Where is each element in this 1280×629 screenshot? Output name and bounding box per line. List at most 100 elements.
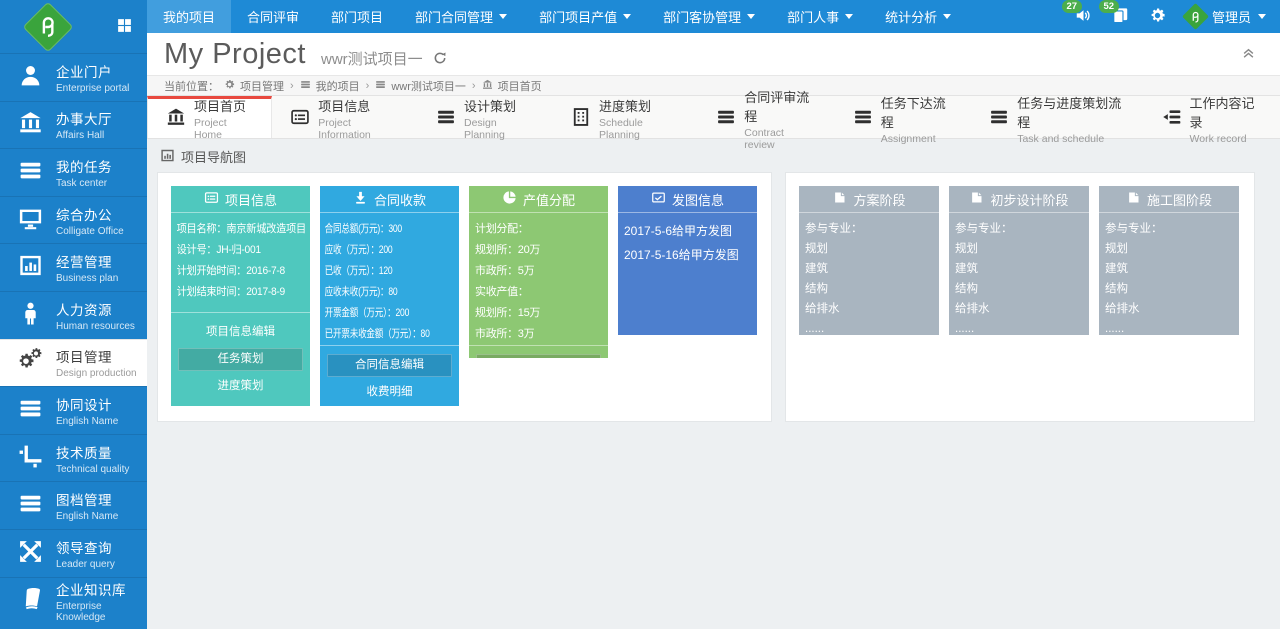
sidebar-item-label: 经营管理 [56,251,118,271]
app-logo-icon[interactable] [23,1,74,52]
box-icon [1126,190,1141,207]
sidebar-item-enterprise-knowledge[interactable]: 企业知识库Enterprise Knowledge [0,577,147,625]
tab-label: 工作内容记录 [1190,93,1259,131]
card-line: 设计号：JH-归-001 [171,240,310,261]
sidebar-item-label: 综合办公 [56,204,124,224]
sidebar-item-task-center[interactable]: 我的任务Task center [0,148,147,196]
list-icon [989,107,1009,131]
tab-schedule-planning[interactable]: 进度策划Schedule Planning [553,96,698,138]
card-button[interactable]: 收费明细 [327,381,452,404]
topbar-nav-item[interactable]: 我的项目 [147,0,231,33]
topbar-nav-item[interactable]: 统计分析 [869,0,967,33]
sidebar-item-label: 图档管理 [56,489,118,509]
user-menu[interactable]: 管理员 [1186,7,1266,26]
card-header: 初步设计阶段 [949,186,1089,213]
tab-assignment[interactable]: 任务下达流程Assignment [835,96,971,138]
card-line: 给排水 [799,299,939,319]
sidebar-item-sublabel: Affairs Hall [56,130,112,141]
sidebar-item-colligate-office[interactable]: 综合办公Colligate Office [0,196,147,244]
settings-gear-icon[interactable] [1149,7,1166,27]
sidebar-item-affairs-hall[interactable]: 办事大厅Affairs Hall [0,101,147,149]
breadcrumb-item-current-project[interactable]: wwr测试项目一 [391,78,466,94]
card-button[interactable]: 计划产值分配明细 [476,354,601,358]
tab-sublabel: Assignment [881,133,950,145]
sidebar-item-label: 人力资源 [56,299,135,319]
sidebar: 企业门户 Enterprise portal 办事大厅Affairs Hall 我… [0,0,147,629]
card-line: 规划所：15万 [469,303,608,324]
sidebar-item-sublabel: Enterprise portal [56,83,129,94]
pie-chart-icon [502,190,517,207]
sidebar-item-technical-quality[interactable]: 技术质量Technical quality [0,434,147,482]
breadcrumb-item-my-projects[interactable]: 我的项目 [316,78,360,94]
stage-card-preliminary-design: 初步设计阶段 参与专业：规划建筑结构给排水...... [949,186,1089,335]
download-icon [353,190,368,207]
bank-icon [482,79,493,92]
stages-panel: 方案阶段 参与专业：规划建筑结构给排水...... 初步设计阶段 参与专业：规划… [785,172,1255,422]
card-button[interactable]: 合同信息编辑 [327,354,452,377]
card-button[interactable]: 任务策划 [178,348,303,371]
breadcrumb-item-project-home[interactable]: 项目首页 [498,78,542,94]
topbar-nav-item[interactable]: 部门人事 [771,0,869,33]
card-header: 产值分配 [469,186,608,213]
list-icon [716,107,736,131]
sidebar-item-archive-management[interactable]: 图档管理English Name [0,481,147,529]
card-line: 规划 [1099,239,1239,259]
topbar-nav-item[interactable]: 部门客协管理 [647,0,771,33]
tab-work-record[interactable]: 工作内容记录Work record [1144,96,1280,138]
tab-design-planning[interactable]: 设计策划Design Planning [418,96,553,138]
sidebar-item-leader-query[interactable]: 领导查询Leader query [0,529,147,577]
person-icon [15,63,45,92]
list-icon [300,79,311,92]
card-list-icon [204,190,219,207]
card-line: 开票金额（万元）：200 [320,303,459,324]
topbar-right: 27 52 管理员 [1075,0,1280,33]
card-line: 建筑 [799,259,939,279]
list-icon [15,396,45,425]
card-line: 参与专业： [1099,219,1239,239]
sidebar-item-project-management[interactable]: 项目管理Design production [0,339,147,387]
sidebar-item-label: 技术质量 [56,442,129,462]
topbar-nav-item[interactable]: 合同评审 [231,0,315,33]
sidebar-item-human-resources[interactable]: 人力资源Human resources [0,291,147,339]
tab-project-information[interactable]: 项目信息Project Information [272,96,418,138]
stage-card-construction-drawing: 施工图阶段 参与专业：规划建筑结构给排水...... [1099,186,1239,335]
announcements-icon[interactable]: 27 [1075,7,1092,27]
book-icon [15,586,45,615]
card-line: 建筑 [949,259,1089,279]
list-icon [15,158,45,187]
apps-grid-icon[interactable] [116,17,133,37]
card-line: 结构 [1099,279,1239,299]
sidebar-item-collaborative-design[interactable]: 协同设计English Name [0,386,147,434]
card-button[interactable]: 进度策划 [178,375,303,398]
topbar-nav-item[interactable]: 部门项目 [315,0,399,33]
topbar-nav-item[interactable]: 部门项目产值 [523,0,647,33]
card-line: 市政所：5万 [469,261,608,282]
tab-project-home[interactable]: 项目首页Project Home [147,96,272,138]
topbar: 我的项目 合同评审 部门项目 部门合同管理 部门项目产值 部门客协管理 部门人事… [147,0,1280,33]
card-body: 2017-5-6给甲方发图2017-5-16给甲方发图 [618,213,757,267]
section-title: 项目导航图 [181,147,246,166]
breadcrumb-separator: › [366,80,370,92]
announcements-badge: 27 [1062,0,1082,13]
sidebar-item-enterprise-portal[interactable]: 企业门户 Enterprise portal [0,53,147,101]
breadcrumb-separator: › [290,80,294,92]
tab-label: 项目信息 [318,96,397,115]
documents-icon[interactable]: 52 [1112,7,1129,27]
title-bar: My Project wwr测试项目一 [147,33,1280,75]
card-line: 规划所：20万 [469,240,608,261]
tab-task-and-schedule[interactable]: 任务与进度策划流程Task and schedule [971,96,1143,138]
card-body: 参与专业：规划建筑结构给排水...... [949,213,1089,335]
chart-icon [160,148,175,165]
sidebar-item-business-plan[interactable]: 经营管理Business plan [0,243,147,291]
section-header: 项目导航图 [160,147,246,166]
card-line: 给排水 [1099,299,1239,319]
card-button[interactable]: 项目信息编辑 [178,321,303,344]
collapse-panel-icon[interactable] [1241,45,1256,62]
tab-contract-review[interactable]: 合同评审流程Contract review [698,96,834,138]
breadcrumb-item-project-management[interactable]: 项目管理 [240,78,284,94]
card-line: 已开票未收金额（万元）：80 [320,324,459,345]
app-root: 企业门户 Enterprise portal 办事大厅Affairs Hall 我… [0,0,1280,629]
refresh-icon[interactable] [433,51,447,67]
sidebar-item-label: 企业门户 [56,61,129,81]
topbar-nav-item[interactable]: 部门合同管理 [399,0,523,33]
